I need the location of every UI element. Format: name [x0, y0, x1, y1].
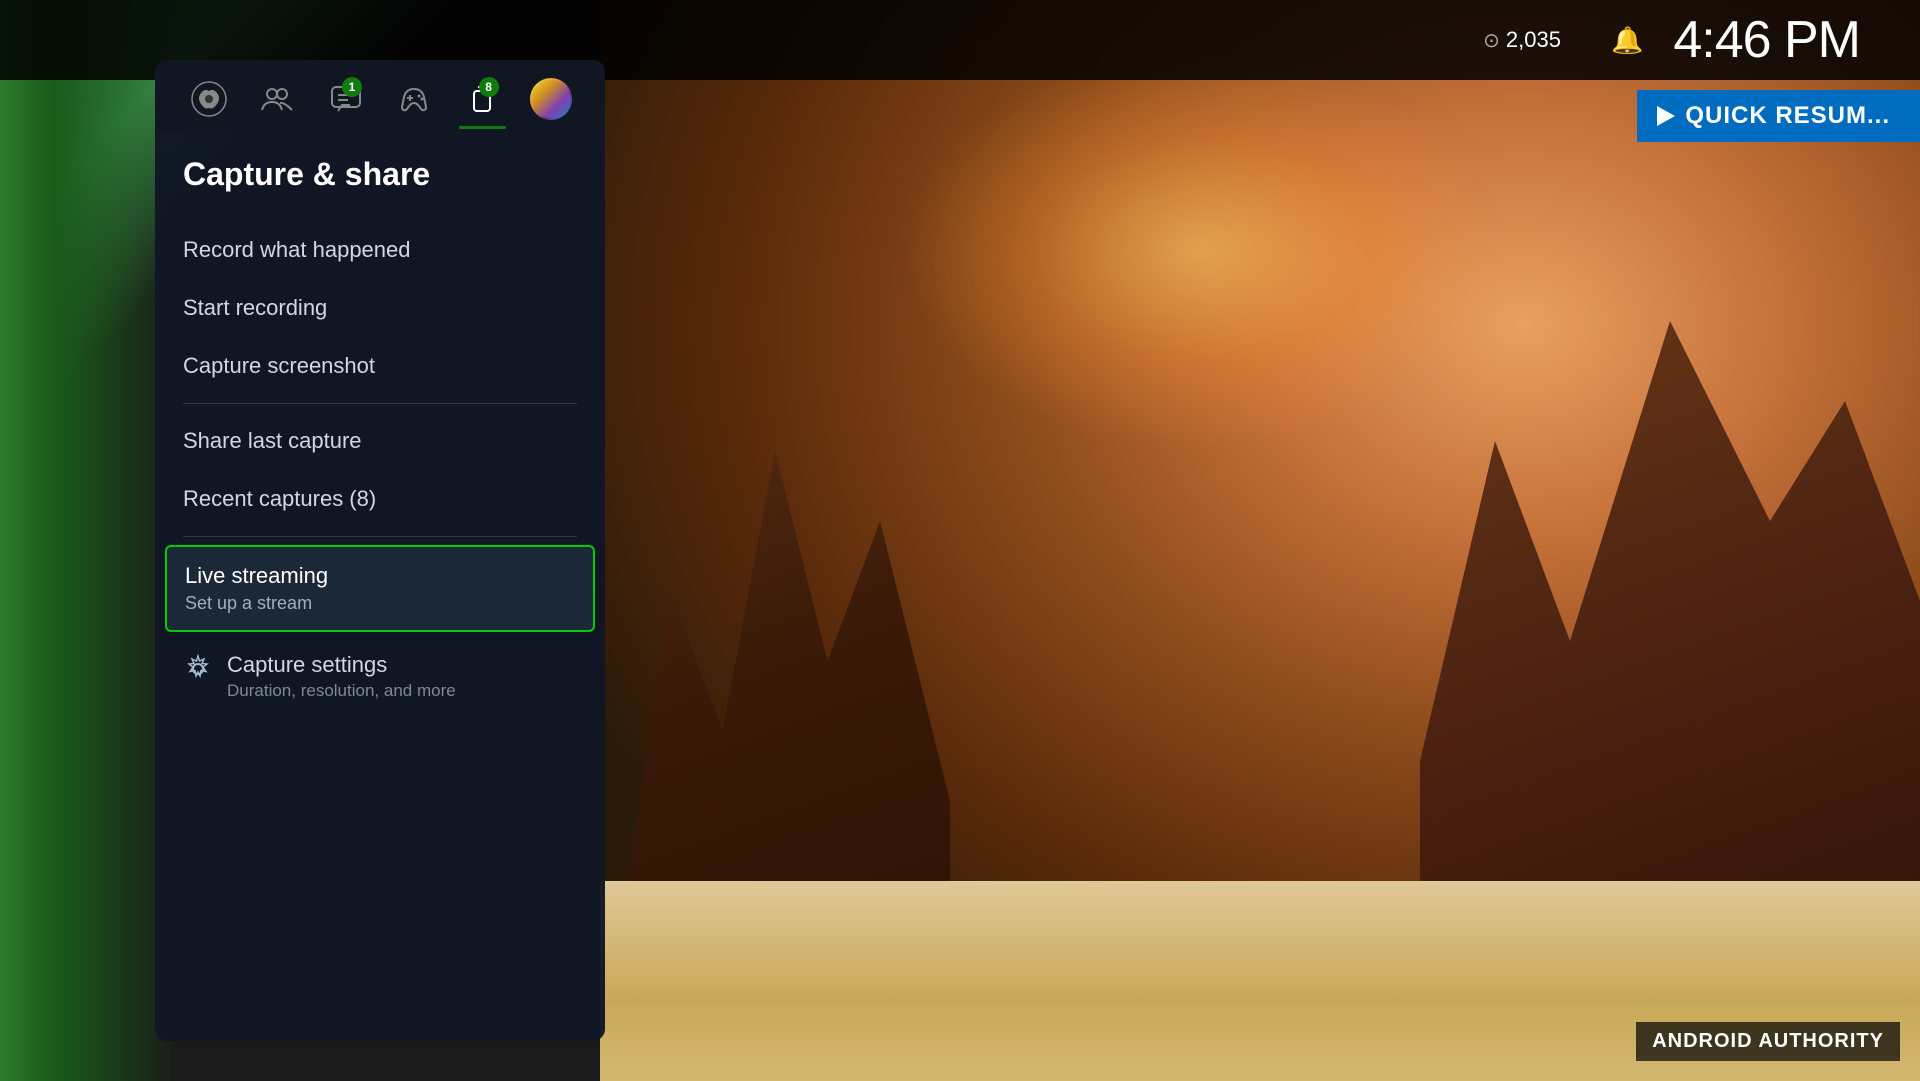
watermark: ANDROID AUTHORITY: [1636, 1022, 1900, 1061]
quick-resume-button[interactable]: QUICK RESUM...: [1637, 90, 1920, 142]
nav-item-chat[interactable]: 1: [312, 81, 380, 129]
panel-content: Capture & share Record what happened Sta…: [155, 132, 605, 1041]
watermark-text: ANDROID AUTHORITY: [1652, 1030, 1884, 1052]
menu-item-share-last-capture[interactable]: Share last capture: [183, 412, 577, 470]
controller-icon: [396, 81, 432, 117]
nav-item-xbox[interactable]: [175, 81, 243, 129]
menu-item-record-what-happened[interactable]: Record what happened: [183, 221, 577, 279]
nav-item-share[interactable]: 8: [448, 81, 516, 129]
menu-item-live-streaming[interactable]: Live streaming Set up a stream: [165, 545, 595, 632]
guide-panel: 1 8: [155, 60, 605, 1041]
bell-icon[interactable]: 🔔: [1611, 25, 1643, 56]
nav-item-people[interactable]: [243, 81, 311, 129]
credits-value: 2,035: [1506, 27, 1561, 53]
menu-item-capture-settings[interactable]: Capture settings Duration, resolution, a…: [183, 636, 577, 717]
chat-badge: 1: [342, 77, 362, 97]
live-streaming-title: Live streaming: [185, 563, 575, 589]
divider-1: [183, 403, 577, 404]
menu-item-start-recording[interactable]: Start recording: [183, 279, 577, 337]
sky-glow: [900, 50, 1500, 450]
capture-settings-text: Capture settings Duration, resolution, a…: [227, 652, 456, 701]
people-icon: [259, 81, 295, 117]
capture-settings-title: Capture settings: [227, 652, 456, 678]
clock-display: 4:46 PM: [1673, 10, 1860, 70]
capture-settings-subtitle: Duration, resolution, and more: [227, 681, 456, 701]
nav-bar: 1 8: [155, 60, 605, 132]
divider-2: [183, 536, 577, 537]
play-icon: [1657, 106, 1675, 126]
menu-item-recent-captures[interactable]: Recent captures (8): [183, 470, 577, 528]
menu-item-capture-screenshot[interactable]: Capture screenshot: [183, 337, 577, 395]
settings-gear-icon: [183, 654, 213, 691]
avatar: [530, 78, 572, 120]
green-edge-glow: [0, 0, 180, 1081]
nav-item-profile[interactable]: [517, 78, 585, 132]
live-streaming-subtitle: Set up a stream: [185, 593, 575, 614]
nav-item-controller[interactable]: [380, 81, 448, 129]
share-badge: 8: [479, 77, 499, 97]
panel-title: Capture & share: [183, 156, 577, 193]
quick-resume-label: QUICK RESUM...: [1685, 102, 1890, 130]
xbox-icon: [191, 81, 227, 117]
credits-display: ⊙ 2,035: [1483, 27, 1561, 53]
credits-icon: ⊙: [1483, 28, 1500, 53]
avatar-image: [532, 80, 570, 118]
